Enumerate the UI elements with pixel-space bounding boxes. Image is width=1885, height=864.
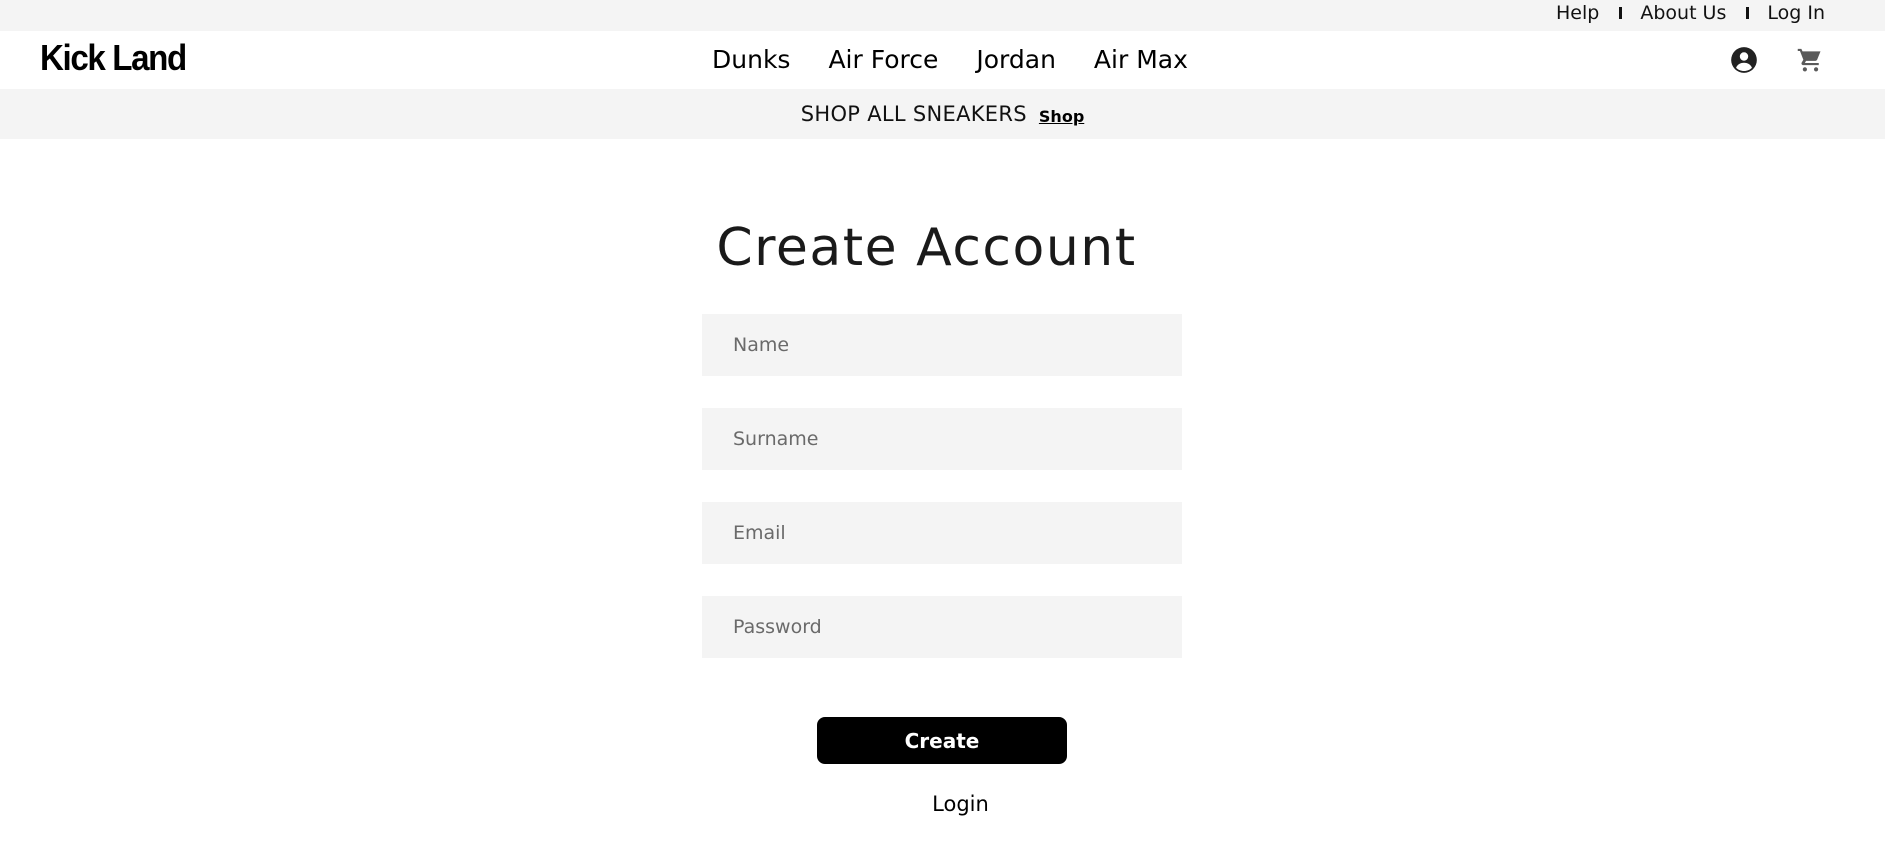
- promo-bar: SHOP ALL SNEAKERS Shop: [0, 89, 1885, 139]
- page-title-text: Create Account: [716, 218, 1137, 278]
- page-title: Create Account: [0, 218, 1885, 278]
- nav-item-air-force[interactable]: Air Force: [828, 45, 938, 74]
- account-circle-icon[interactable]: [1729, 45, 1759, 75]
- name-field[interactable]: [702, 314, 1182, 376]
- nav-item-jordan[interactable]: Jordan: [976, 45, 1056, 74]
- log-in-link[interactable]: Log In: [1767, 2, 1825, 24]
- password-field[interactable]: [702, 596, 1182, 658]
- about-us-link[interactable]: About Us: [1640, 2, 1726, 24]
- utility-links: Help About Us Log In: [1556, 0, 1825, 26]
- shop-link[interactable]: Shop: [1039, 107, 1084, 126]
- email-field[interactable]: [702, 502, 1182, 564]
- login-link-label: Login: [932, 792, 989, 816]
- main-nav: Dunks Air Force Jordan Air Max: [712, 45, 1188, 74]
- header-icons: [1729, 45, 1825, 75]
- nav-item-dunks[interactable]: Dunks: [712, 45, 790, 74]
- utility-divider: [1746, 7, 1750, 19]
- create-button[interactable]: Create: [817, 717, 1067, 764]
- main-header: Kick Land Dunks Air Force Jordan Air Max: [0, 31, 1885, 89]
- shopping-cart-icon[interactable]: [1795, 45, 1825, 75]
- logo[interactable]: Kick Land: [40, 37, 187, 79]
- surname-field[interactable]: [702, 408, 1182, 470]
- utility-bar: Help About Us Log In: [0, 0, 1885, 31]
- utility-divider: [1619, 7, 1623, 19]
- promo-text: SHOP ALL SNEAKERS: [800, 102, 1027, 126]
- nav-item-air-max[interactable]: Air Max: [1094, 45, 1188, 74]
- help-link[interactable]: Help: [1556, 2, 1599, 24]
- login-link[interactable]: Login: [0, 792, 1885, 816]
